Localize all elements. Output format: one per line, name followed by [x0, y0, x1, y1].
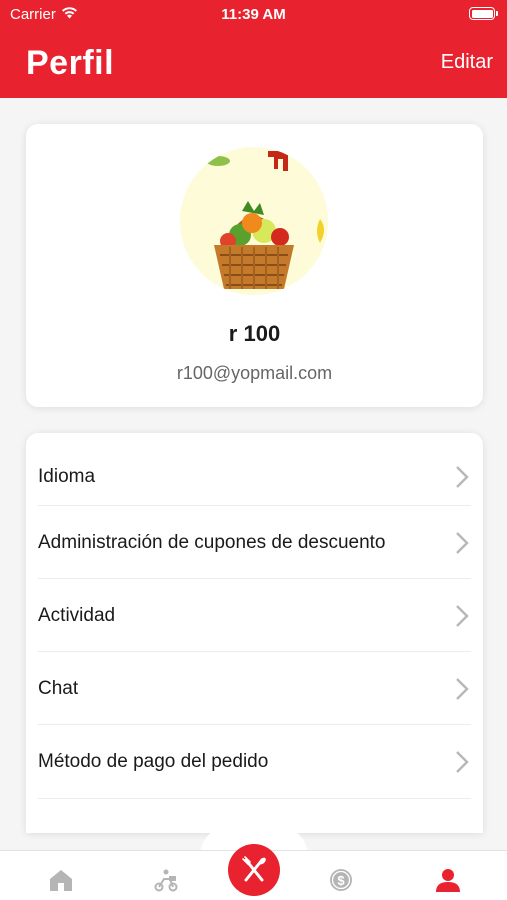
center-menu-button[interactable]: [228, 844, 280, 896]
menu-item-metodo-pago[interactable]: Método de pago del pedido: [26, 725, 483, 798]
user-email: r100@yopmail.com: [176, 363, 333, 383]
page-title: Perfil: [26, 44, 115, 82]
chevron-right-icon: [456, 531, 469, 554]
status-bar: Carrier 11:39 AM: [0, 0, 507, 28]
chevron-right-icon: [456, 604, 469, 627]
avatar[interactable]: [180, 147, 328, 295]
vegetable-basket-image: [180, 147, 328, 295]
menu-item-label: Actividad: [38, 604, 116, 626]
delivery-scooter-icon: [154, 869, 178, 892]
edit-button[interactable]: Editar: [441, 51, 493, 74]
chevron-right-icon: [456, 750, 469, 773]
settings-menu: Idioma Administración de cupones de desc…: [26, 433, 483, 833]
battery-icon: [469, 7, 498, 20]
dollar-coin-icon: $: [330, 869, 352, 891]
menu-item-label: Chat: [38, 677, 79, 699]
tab-delivery[interactable]: [151, 865, 181, 895]
tab-payments[interactable]: $: [326, 865, 356, 895]
menu-item-label: Idioma: [38, 465, 96, 487]
chevron-right-icon: [456, 465, 469, 488]
menu-item-cupones[interactable]: Administración de cupones de descuento: [26, 506, 483, 579]
tab-profile[interactable]: [433, 865, 463, 895]
tab-home[interactable]: [46, 865, 76, 895]
menu-item-actividad[interactable]: Actividad: [26, 579, 483, 652]
profile-card: r 100 r100@yopmail.com: [26, 124, 483, 407]
svg-text:$: $: [337, 873, 345, 888]
chevron-right-icon: [456, 677, 469, 700]
user-icon: [436, 869, 460, 892]
status-time: 11:39 AM: [221, 6, 286, 23]
fork-knife-icon: [242, 856, 266, 882]
user-name: r 100: [228, 321, 281, 346]
menu-item-idioma[interactable]: Idioma: [26, 440, 483, 513]
menu-item-chat[interactable]: Chat: [26, 652, 483, 725]
menu-item-label: Método de pago del pedido: [38, 750, 269, 772]
home-icon: [50, 870, 72, 891]
menu-item-label: Administración de cupones de descuento: [38, 531, 386, 553]
divider: [38, 798, 471, 799]
app-header: Carrier 11:39 AM Perfil Editar: [0, 0, 507, 98]
